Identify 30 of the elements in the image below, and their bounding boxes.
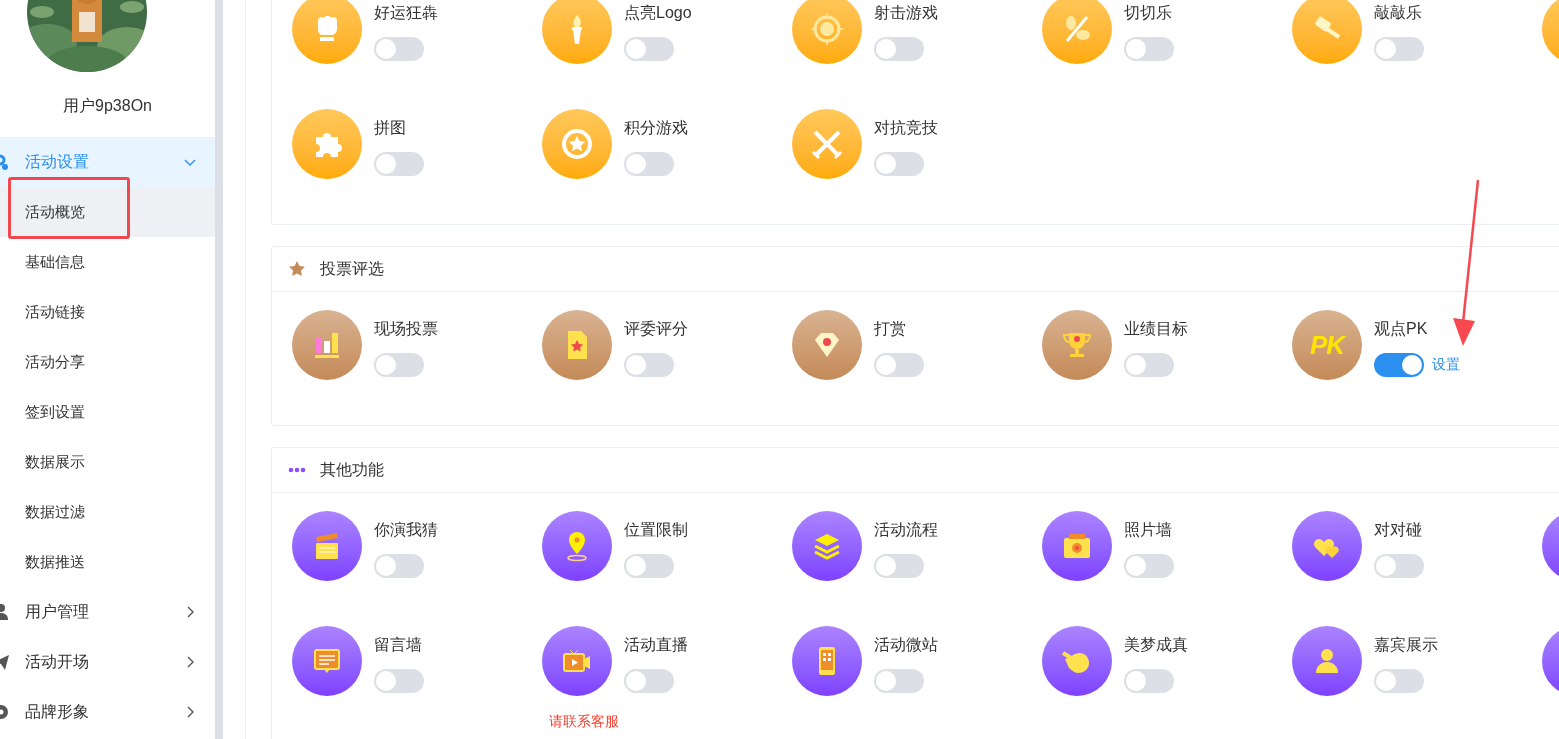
settings-link[interactable]: 设置 bbox=[1432, 356, 1460, 374]
feature-label: 对抗竞技 bbox=[874, 118, 938, 138]
feature-label: 活动直播 bbox=[624, 635, 688, 655]
feature-label: 敲敲乐 bbox=[1374, 3, 1423, 23]
feature-label: 现场投票 bbox=[374, 319, 438, 339]
contact-note: 请联系客服 bbox=[549, 713, 619, 731]
feature-label: 位置限制 bbox=[624, 520, 688, 540]
feature-label: 照片墙 bbox=[1124, 520, 1173, 540]
feature-label: 业绩目标 bbox=[1124, 319, 1188, 339]
section-title: 投票评选 bbox=[320, 258, 384, 279]
feature-label: 评委评分 bbox=[624, 319, 688, 339]
feature-label: 留言墙 bbox=[374, 635, 423, 655]
feature-label: 点亮Logo bbox=[624, 3, 692, 23]
feature-label: 好运狂犇 bbox=[374, 3, 438, 23]
user-name: 用户9p38On bbox=[62, 96, 153, 116]
feature-label: 美梦成真 bbox=[1124, 635, 1188, 655]
pk-text: PK bbox=[1309, 329, 1345, 361]
submenu-item[interactable]: 活动概览 bbox=[0, 187, 215, 237]
feature-label: 拼图 bbox=[374, 118, 407, 138]
feature-label: 活动流程 bbox=[874, 520, 938, 540]
feature-label: 切切乐 bbox=[1124, 3, 1173, 23]
feature-label: 嘉宾展示 bbox=[1374, 635, 1438, 655]
feature-label: 你演我猜 bbox=[374, 520, 438, 540]
feature-label: 观点PK bbox=[1374, 319, 1429, 339]
feature-label: 射击游戏 bbox=[874, 3, 938, 23]
feature-label: 活动微站 bbox=[874, 635, 938, 655]
feature-label: 对对碰 bbox=[1374, 520, 1423, 540]
section-title: 其他功能 bbox=[320, 459, 384, 480]
feature-label: 打赏 bbox=[874, 319, 907, 339]
feature-label: 积分游戏 bbox=[624, 118, 688, 138]
